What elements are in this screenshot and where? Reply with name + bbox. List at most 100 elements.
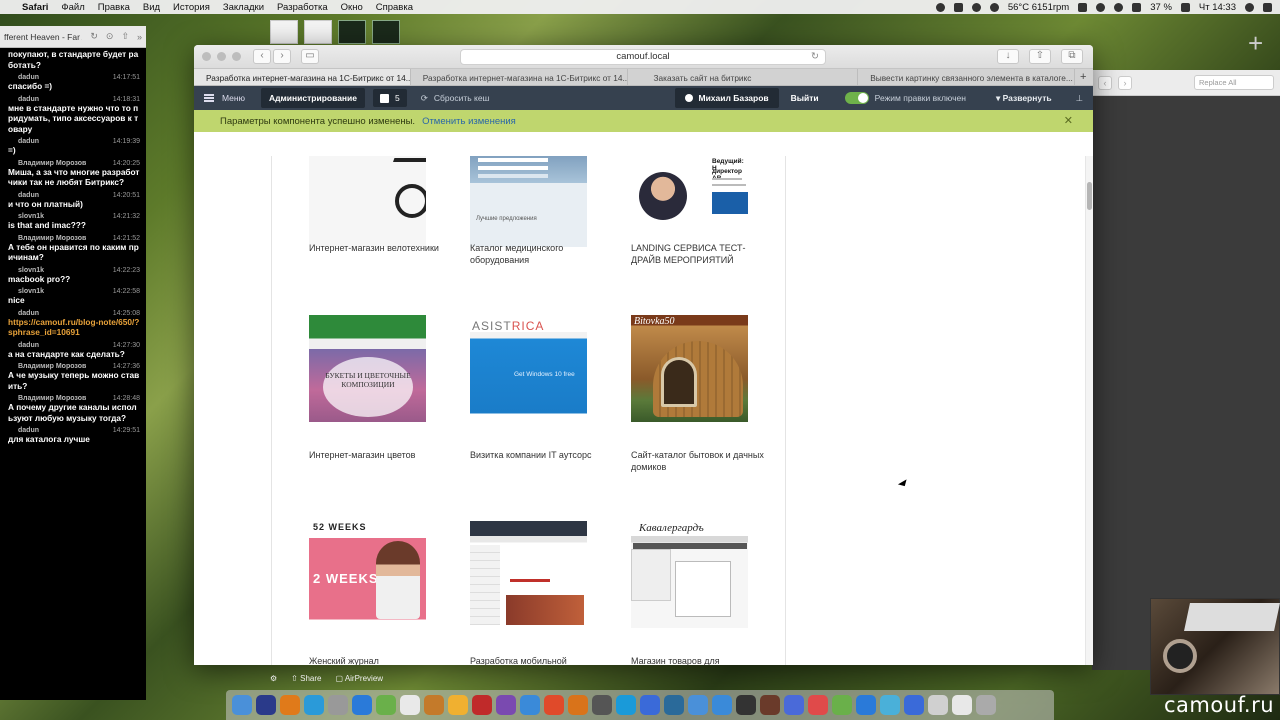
dock-app-icon[interactable] <box>832 695 852 715</box>
dock-app-icon[interactable] <box>664 695 684 715</box>
reload-icon[interactable]: ↻ <box>90 31 98 42</box>
battery-readout[interactable]: 37 % <box>1150 2 1172 13</box>
dock-app-icon[interactable] <box>400 695 420 715</box>
dock-app-icon[interactable] <box>616 695 636 715</box>
share-button[interactable]: ⇧ Share <box>291 674 321 683</box>
dock-app-icon[interactable] <box>472 695 492 715</box>
menu-app-name[interactable]: Safari <box>22 2 48 13</box>
menu-item-window[interactable]: Окно <box>341 2 363 13</box>
scrollbar-thumb[interactable] <box>1087 182 1092 210</box>
chat-author[interactable]: Владимир Морозов <box>18 395 86 402</box>
dock-app-icon[interactable] <box>784 695 804 715</box>
flag-icon[interactable] <box>1180 2 1190 12</box>
dock-app-icon[interactable] <box>976 695 996 715</box>
share-icon[interactable]: ⇧ <box>1029 49 1051 64</box>
portfolio-card[interactable]: 52 WEEKS 2 WEEKS Женский журнал <box>309 521 427 665</box>
chat-link[interactable]: https://camouf.ru/blog-note/650/?sphrase… <box>8 317 140 338</box>
logout-button[interactable]: Выйти <box>791 93 819 103</box>
share-icon[interactable]: ⇧ <box>121 31 129 42</box>
address-bar[interactable]: camouf.local ↻ <box>460 49 826 65</box>
dock-app-icon[interactable] <box>424 695 444 715</box>
administration-button[interactable]: Администрирование <box>260 88 366 108</box>
dock-app-icon[interactable] <box>280 695 300 715</box>
menubar-clock[interactable]: Чт 14:33 <box>1199 2 1236 13</box>
dock-app-icon[interactable] <box>856 695 876 715</box>
chat-author[interactable]: dadun <box>18 192 39 199</box>
close-icon[interactable]: ✕ <box>1064 114 1073 127</box>
minimize-window-button[interactable] <box>217 52 226 61</box>
chat-author[interactable]: Владимир Морозов <box>18 363 86 370</box>
cancel-changes-link[interactable]: Отменить изменения <box>422 116 516 127</box>
pin-icon[interactable]: ⊥ <box>1076 93 1083 104</box>
menu-item-file[interactable]: Файл <box>61 2 84 13</box>
close-window-button[interactable] <box>202 52 211 61</box>
chat-author[interactable]: dadun <box>18 310 39 317</box>
expand-button[interactable]: ▾ Развернуть <box>996 93 1052 104</box>
dock-app-icon[interactable] <box>328 695 348 715</box>
temperature-readout[interactable]: 56°C 6151rpm <box>1008 2 1069 13</box>
menu-item-bookmarks[interactable]: Закладки <box>223 2 264 13</box>
dock-app-icon[interactable] <box>568 695 588 715</box>
bluetooth-icon[interactable] <box>1096 2 1106 12</box>
portfolio-card[interactable]: БУКЕТЫ И ЦВЕТОЧНЫЕ КОМПОЗИЦИИ Интернет-м… <box>309 315 427 460</box>
window-thumb[interactable] <box>304 20 332 44</box>
plus-icon[interactable]: + <box>1248 28 1263 59</box>
chat-author[interactable]: dadun <box>18 427 39 434</box>
notification-center-icon[interactable] <box>1263 2 1272 12</box>
portfolio-card[interactable]: ASISTRICA Get Windows 10 free Визитка ко… <box>470 315 591 460</box>
dock-app-icon[interactable] <box>544 695 564 715</box>
dock-app-icon[interactable] <box>736 695 756 715</box>
reset-cache-button[interactable]: ⟳ Сбросить кеш <box>421 93 490 104</box>
info-icon[interactable] <box>989 2 999 12</box>
chat-author[interactable]: dadun <box>18 96 39 103</box>
dock-app-icon[interactable] <box>688 695 708 715</box>
admin-menu-button[interactable]: Меню <box>204 93 245 103</box>
chevron-left-icon[interactable]: ‹ <box>1098 75 1112 90</box>
back-button[interactable]: ‹ <box>253 49 271 64</box>
dock-app-icon[interactable] <box>904 695 924 715</box>
clock-icon[interactable] <box>971 2 981 12</box>
dock-app-icon[interactable] <box>952 695 972 715</box>
notifications-counter-button[interactable]: 5 <box>373 89 407 107</box>
dock-app-icon[interactable] <box>496 695 516 715</box>
chat-author[interactable]: dadun <box>18 74 39 81</box>
cloud-icon[interactable] <box>953 2 963 12</box>
dock-app-icon[interactable] <box>304 695 324 715</box>
dock-app-icon[interactable] <box>232 695 252 715</box>
portfolio-card[interactable]: Интернет-магазин велотехники <box>309 156 439 253</box>
portfolio-card[interactable]: Кавалергардъ Магазин товаров для <box>631 521 749 665</box>
zoom-window-button[interactable] <box>232 52 241 61</box>
chat-author[interactable]: slovn1k <box>18 267 44 274</box>
dock-app-icon[interactable] <box>808 695 828 715</box>
portfolio-card[interactable]: Разработка мобильной <box>470 521 588 665</box>
menu-item-edit[interactable]: Правка <box>98 2 130 13</box>
browser-tab[interactable]: Заказать сайт на битрикс <box>628 69 859 85</box>
browser-tab[interactable]: Разработка интернет-магазина на 1С-Битри… <box>194 69 411 85</box>
dropbox-icon[interactable] <box>1078 2 1088 12</box>
spotlight-icon[interactable] <box>1245 2 1254 12</box>
reload-icon[interactable]: ↻ <box>811 50 819 64</box>
portfolio-card[interactable]: Ведущий: Н директор АВ LANDING СЕРВИСА Т… <box>631 156 749 265</box>
sidebar-toggle-icon[interactable]: ▭ <box>301 49 319 64</box>
portfolio-card[interactable]: Лучшие предложения Каталог медицинского … <box>470 156 588 265</box>
chat-author[interactable]: Владимир Морозов <box>18 160 86 167</box>
dock-app-icon[interactable] <box>760 695 780 715</box>
downloads-icon[interactable]: ↓ <box>997 49 1019 64</box>
sync-icon[interactable] <box>935 2 945 12</box>
dock-app-icon[interactable] <box>448 695 468 715</box>
dock-app-icon[interactable] <box>352 695 372 715</box>
chat-author[interactable]: slovn1k <box>18 288 44 295</box>
window-thumb[interactable] <box>338 20 366 44</box>
dock-app-icon[interactable] <box>880 695 900 715</box>
forward-button[interactable]: › <box>273 49 291 64</box>
time-machine-icon[interactable] <box>1114 2 1124 12</box>
user-menu-button[interactable]: Михаил Базаров <box>674 88 779 108</box>
download-icon[interactable]: ⊙ <box>106 31 114 42</box>
airpreview-button[interactable]: ▢ AirPreview <box>335 674 383 683</box>
page-scrollbar[interactable] <box>1085 156 1093 665</box>
window-thumb[interactable] <box>270 20 298 44</box>
new-tab-button[interactable]: + <box>1075 69 1093 85</box>
portfolio-card[interactable]: Bitovka50 Сайт-каталог бытовок и дачных … <box>631 315 764 472</box>
dock-app-icon[interactable] <box>520 695 540 715</box>
menu-item-history[interactable]: История <box>173 2 210 13</box>
